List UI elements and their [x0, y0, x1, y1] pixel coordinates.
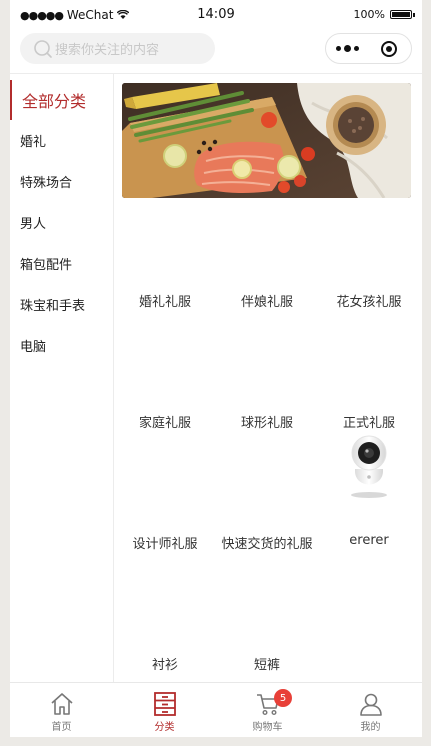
more-dot-icon: [354, 46, 359, 51]
category-content: 婚礼礼服 伴娘礼服 花女孩礼服 家庭礼服 球形礼服 正式礼服 设计师礼服 快速交…: [114, 74, 422, 682]
sidebar-item-computers[interactable]: 电脑: [10, 325, 113, 366]
category-label: 婚礼礼服: [138, 295, 191, 310]
category-label: 花女孩礼服: [336, 295, 402, 310]
sidebar-item-label: 箱包配件: [20, 258, 73, 273]
sidebar-item-bags-accessories[interactable]: 箱包配件: [10, 243, 113, 284]
sidebar-item-wedding[interactable]: 婚礼: [10, 120, 113, 161]
category-item[interactable]: 花女孩礼服: [318, 211, 420, 332]
category-item[interactable]: 伴娘礼服: [216, 211, 318, 332]
tab-cart[interactable]: 5 购物车: [216, 683, 319, 738]
sidebar-item-jewelry-watches[interactable]: 珠宝和手表: [10, 284, 113, 325]
category-label: 设计师礼服: [132, 537, 198, 552]
close-miniprogram-button[interactable]: [381, 40, 397, 57]
battery-percent: 100%: [353, 8, 385, 21]
tab-profile[interactable]: 我的: [319, 683, 422, 738]
tab-label: 分类: [154, 722, 175, 733]
category-label: ererer: [349, 533, 389, 548]
sidebar-item-men[interactable]: 男人: [10, 202, 113, 243]
tab-category[interactable]: 分类: [113, 683, 216, 738]
battery-icon: [390, 10, 415, 19]
more-menu-button[interactable]: [336, 45, 359, 52]
tab-home[interactable]: 首页: [10, 683, 113, 738]
category-icon: [153, 692, 176, 716]
category-item[interactable]: 设计师礼服: [114, 453, 216, 574]
category-item[interactable]: 短裤: [216, 574, 318, 695]
category-label: 伴娘礼服: [240, 295, 293, 310]
user-icon: [359, 693, 382, 716]
cart-badge: 5: [274, 689, 292, 707]
home-icon: [50, 693, 73, 715]
more-dot-icon: [336, 46, 341, 51]
sidebar-item-label: 婚礼: [20, 135, 47, 150]
search-input[interactable]: 搜索你关注的内容: [20, 33, 215, 64]
sidebar-item-label: 全部分类: [22, 92, 87, 111]
mini-program-capsule: [325, 33, 412, 64]
category-item[interactable]: ererer: [318, 435, 420, 574]
tab-label: 我的: [360, 722, 381, 733]
bottom-tab-bar: 首页 分类 5 购物车 我的: [10, 682, 422, 738]
banner-image[interactable]: [122, 83, 411, 198]
security-camera-icon: [351, 435, 387, 498]
sidebar-item-all[interactable]: 全部分类: [10, 80, 113, 120]
category-label: 快速交货的礼服: [221, 537, 313, 552]
food-banner-illustration: [122, 83, 411, 198]
category-item[interactable]: 家庭礼服: [114, 332, 216, 453]
search-icon: [34, 39, 52, 58]
category-item[interactable]: 快速交货的礼服: [216, 453, 318, 574]
category-item[interactable]: 球形礼服: [216, 332, 318, 453]
category-label: 球形礼服: [240, 416, 293, 431]
app-screen: ●●●●● WeChat 14:09 100% 搜索你关注的内容 全部分类 婚礼…: [10, 0, 422, 746]
sidebar-item-label: 珠宝和手表: [20, 299, 86, 314]
battery-indicator: 100%: [353, 8, 415, 21]
category-label: 短裤: [253, 658, 280, 673]
sidebar-item-label: 男人: [20, 217, 47, 232]
category-label: 家庭礼服: [138, 416, 191, 431]
category-label: 正式礼服: [342, 416, 395, 431]
screen-bottom-edge: [0, 737, 431, 746]
category-item[interactable]: 婚礼礼服: [114, 211, 216, 332]
category-item[interactable]: 衬衫: [114, 574, 216, 695]
more-dot-icon: [344, 45, 351, 52]
tab-label: 购物车: [252, 722, 283, 733]
status-bar: ●●●●● WeChat 14:09 100%: [10, 0, 422, 30]
category-label: 衬衫: [151, 658, 178, 673]
sidebar-item-special-occasion[interactable]: 特殊场合: [10, 161, 113, 202]
category-sidebar: 全部分类 婚礼 特殊场合 男人 箱包配件 珠宝和手表 电脑: [10, 74, 114, 682]
search-placeholder: 搜索你关注的内容: [55, 43, 160, 58]
tab-label: 首页: [51, 722, 72, 733]
sidebar-item-label: 特殊场合: [20, 176, 73, 191]
sidebar-item-label: 电脑: [20, 340, 47, 355]
